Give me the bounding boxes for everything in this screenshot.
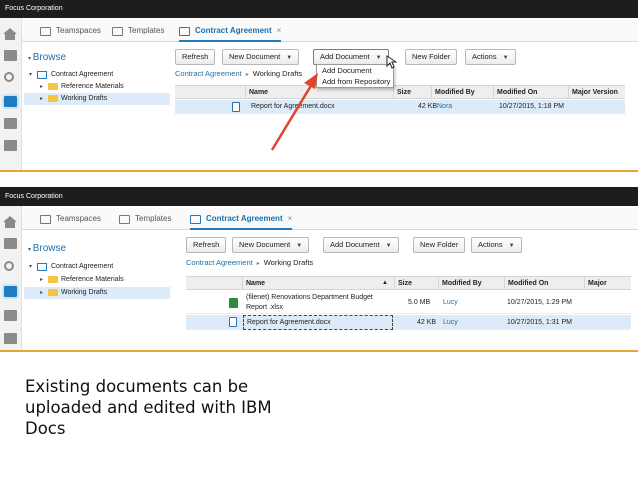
- tab-label: Contract Agreement: [206, 214, 283, 223]
- breadcrumb-root[interactable]: Contract Agreement: [186, 258, 253, 267]
- close-tab-icon[interactable]: ×: [288, 214, 293, 223]
- teamspaces-icon[interactable]: [2, 284, 19, 299]
- table-row[interactable]: (filenet) Renovations Department Budget …: [186, 292, 631, 314]
- caption-line: Docs: [25, 419, 66, 438]
- annotation-arrow: [270, 73, 318, 151]
- expand-icon: ▾: [29, 264, 33, 270]
- col-modified-on[interactable]: Modified On: [504, 277, 584, 290]
- teamspace-tab-icon: [190, 215, 201, 224]
- breadcrumb-current: Working Drafts: [263, 258, 314, 267]
- teamspaces-tab-icon: [40, 215, 51, 224]
- grid-header: Name ▲ Size Modified By Modified On Major: [186, 276, 631, 290]
- row-size: 5.0 MB: [408, 299, 431, 306]
- tab-contract-agreement[interactable]: Contract Agreement ×: [190, 208, 293, 230]
- arrow-head: [304, 73, 318, 89]
- col-size[interactable]: Size: [394, 277, 438, 290]
- app-title: Focus Corporation: [0, 187, 638, 206]
- caption-line: uploaded and edited with IBM: [25, 398, 272, 417]
- chevron-down-icon: ▼: [385, 243, 392, 249]
- row-name-line1[interactable]: (filenet) Renovations Department Budget: [243, 293, 398, 303]
- col-major[interactable]: Major: [584, 277, 631, 290]
- actions-button[interactable]: Actions ▼: [471, 237, 522, 253]
- table-row[interactable]: Report for Agreement.docx 42 KB Lucy 10/…: [186, 315, 631, 330]
- tab-templates[interactable]: Templates: [119, 208, 171, 230]
- tree-item-working-drafts[interactable]: ▸ Working Drafts: [24, 287, 170, 299]
- refresh-button[interactable]: Refresh: [186, 237, 227, 253]
- new-folder-button[interactable]: New Folder: [413, 237, 466, 253]
- row-modified-by[interactable]: Lucy: [440, 292, 500, 314]
- search-icon[interactable]: [4, 261, 14, 271]
- arrow-line: [270, 83, 314, 151]
- chevron-down-icon: ▼: [296, 243, 303, 249]
- row-name[interactable]: Report for Agreement.docx: [243, 315, 393, 330]
- library-icon: [37, 263, 47, 271]
- screenshot-top: Focus Corporation Teamspaces Templates C…: [0, 0, 638, 172]
- spreadsheet-icon: [229, 298, 238, 308]
- mouse-pointer-icon: [386, 55, 397, 69]
- add-document-button[interactable]: Add Document ▼: [323, 237, 399, 253]
- tab-teamspaces[interactable]: Teamspaces: [40, 208, 101, 230]
- slide-caption: Existing documents can be uploaded and e…: [25, 376, 325, 439]
- row-modified-on: 10/27/2015, 1:29 PM: [507, 299, 572, 306]
- expand-icon: ▸: [40, 290, 44, 296]
- tree-item-reference-materials[interactable]: ▸ Reference Materials: [24, 274, 170, 286]
- divider: [0, 170, 638, 172]
- more-icon[interactable]: [4, 333, 17, 344]
- home-icon[interactable]: [3, 216, 17, 228]
- folder-icon: [48, 289, 58, 296]
- col-modified-by[interactable]: Modified By: [438, 277, 504, 290]
- toolbar: Refresh New Document ▼ Add Document ▼ New …: [186, 237, 626, 253]
- tab-label: Templates: [135, 214, 172, 223]
- row-name-line2[interactable]: Report .xlsx: [243, 303, 398, 313]
- folder-icon: [48, 276, 58, 283]
- tab-bar: Teamspaces Templates Contract Agreement ×: [22, 208, 638, 230]
- inbox-icon[interactable]: [4, 238, 17, 249]
- browse-tree: ▾ Browse ▾ Contract Agreement ▸ Referenc…: [24, 241, 170, 311]
- expand-icon: ▸: [40, 277, 44, 283]
- screenshot-bottom: Focus Corporation Teamspaces Templates C…: [0, 187, 638, 352]
- new-document-button[interactable]: New Document ▼: [232, 237, 310, 253]
- chevron-down-icon: ▼: [508, 243, 515, 249]
- document-icon: [229, 317, 237, 327]
- caption-line: Existing documents can be: [25, 377, 249, 396]
- chevron-right-icon: ▸: [256, 261, 260, 267]
- browse-heading[interactable]: ▾ Browse: [28, 243, 66, 254]
- templates-tab-icon: [119, 215, 130, 224]
- breadcrumb: Contract Agreement ▸ Working Drafts: [186, 258, 313, 267]
- divider: [0, 350, 638, 352]
- col-name[interactable]: Name ▲: [242, 277, 394, 290]
- folder-icon[interactable]: [4, 310, 17, 321]
- row-modified-on: 10/27/2015, 1:31 PM: [507, 319, 572, 326]
- sort-ascending-icon: ▲: [382, 280, 388, 286]
- tab-label: Teamspaces: [56, 214, 101, 223]
- row-modified-by[interactable]: Lucy: [440, 315, 500, 329]
- left-rail: [0, 206, 22, 352]
- tree-item-contract-agreement[interactable]: ▾ Contract Agreement: [24, 261, 170, 273]
